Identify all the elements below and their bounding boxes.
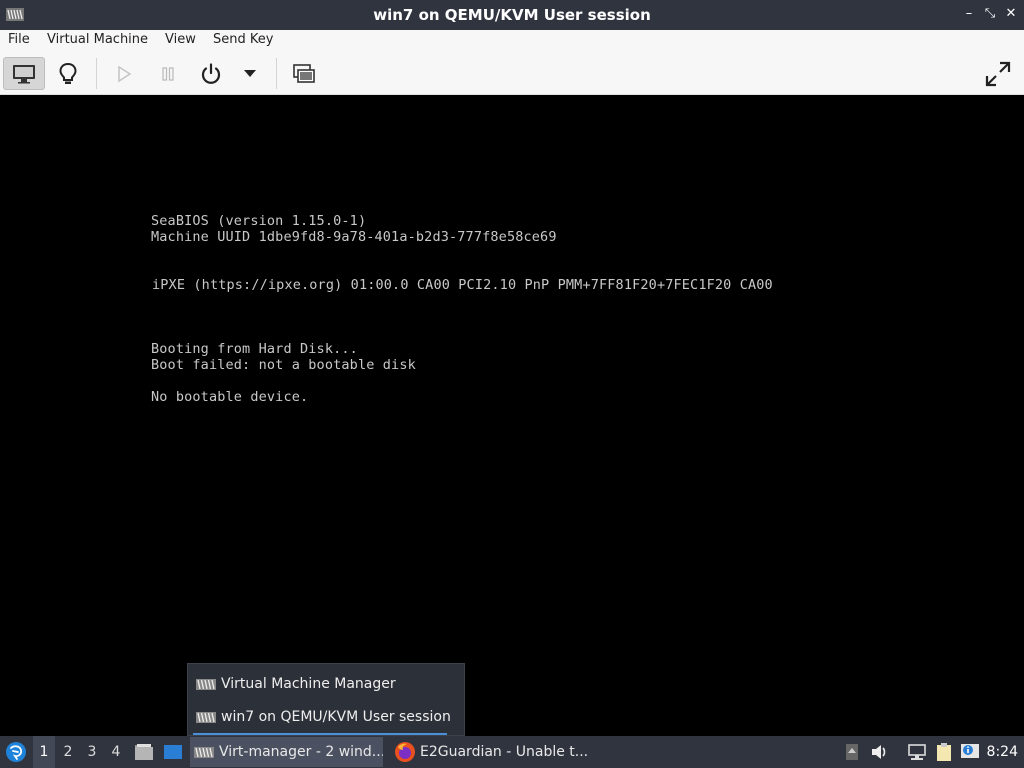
network-icon <box>908 744 926 760</box>
virt-manager-icon <box>194 746 214 758</box>
lxqt-logo-icon <box>6 742 26 762</box>
workspace-3[interactable]: 3 <box>81 736 103 768</box>
start-menu-button[interactable] <box>4 741 28 763</box>
volume-icon <box>872 745 886 759</box>
menu-file[interactable]: File <box>7 32 31 47</box>
console-line: iPXE (https://ipxe.org) 01:00.0 CA00 PCI… <box>152 277 773 293</box>
task-virt-manager[interactable]: Virt-manager - 2 wind... <box>190 737 383 767</box>
fullscreen-button[interactable] <box>982 57 1014 90</box>
virt-manager-icon <box>196 678 216 690</box>
console-line: Booting from Hard Disk... <box>151 341 358 357</box>
volume-control[interactable] <box>869 742 891 762</box>
workspace-1[interactable]: 1 <box>33 736 55 768</box>
menu-send-key[interactable]: Send Key <box>212 32 274 47</box>
toolbar <box>0 52 1024 95</box>
play-icon <box>118 65 132 82</box>
chevron-up-icon <box>846 744 858 760</box>
lightbulb-icon <box>59 62 77 84</box>
shutdown-menu-button[interactable] <box>238 57 262 90</box>
console-line: Machine UUID 1dbe9fd8-9a78-401a-b2d3-777… <box>151 229 557 245</box>
console-line: SeaBIOS (version 1.15.0-1) <box>151 213 367 229</box>
virt-manager-icon <box>196 711 216 723</box>
power-icon <box>201 62 221 84</box>
info-icon <box>961 744 979 758</box>
show-console-button[interactable] <box>3 57 45 90</box>
show-desktop-button[interactable] <box>161 742 185 762</box>
window-titlebar[interactable]: win7 on QEMU/KVM User session – ⤡ ✕ <box>0 0 1024 30</box>
toolbar-separator <box>96 58 97 89</box>
menu-virtual-machine[interactable]: Virtual Machine <box>46 32 149 47</box>
window-title: win7 on QEMU/KVM User session <box>373 6 651 24</box>
dropdown-arrow-icon <box>244 69 256 77</box>
minimize-button[interactable]: – <box>959 4 979 24</box>
window-list-popup: Virtual Machine Manager win7 on QEMU/KVM… <box>187 663 465 736</box>
tray-arrow[interactable] <box>843 742 861 762</box>
shutdown-button[interactable] <box>195 57 227 90</box>
active-indicator <box>193 733 447 735</box>
network-indicator[interactable] <box>906 742 928 762</box>
take-screenshot-button[interactable] <box>288 57 320 90</box>
clipboard-indicator[interactable] <box>933 742 955 762</box>
taskbar: 1 2 3 4 Virt-manager - 2 wind... E2Guard… <box>0 736 1024 768</box>
popup-item-win7-console[interactable]: win7 on QEMU/KVM User session <box>196 705 451 729</box>
pause-icon <box>162 66 174 81</box>
console-line: No bootable device. <box>151 389 309 405</box>
firefox-icon <box>395 742 415 762</box>
desktop-icon <box>164 745 182 759</box>
close-button[interactable]: ✕ <box>1001 4 1021 24</box>
fullscreen-icon <box>985 61 1011 86</box>
screenshot-icon <box>293 63 315 83</box>
vm-console[interactable]: SeaBIOS (version 1.15.0-1) Machine UUID … <box>0 95 1024 736</box>
file-manager-launcher[interactable] <box>133 742 155 762</box>
clipboard-icon <box>937 743 951 761</box>
workspace-2[interactable]: 2 <box>57 736 79 768</box>
update-notifier[interactable] <box>959 742 981 762</box>
task-label: Virt-manager - 2 wind... <box>219 744 383 760</box>
show-details-button[interactable] <box>50 57 86 90</box>
workspace-4[interactable]: 4 <box>105 736 127 768</box>
task-label: E2Guardian - Unable t... <box>420 744 589 760</box>
folder-icon <box>135 744 153 760</box>
console-line: Boot failed: not a bootable disk <box>151 357 416 373</box>
menu-bar: File Virtual Machine View Send Key <box>0 30 1024 52</box>
popup-item-label: win7 on QEMU/KVM User session <box>221 709 451 725</box>
pause-button[interactable] <box>152 57 184 90</box>
maximize-button[interactable]: ⤡ <box>980 4 1000 24</box>
toolbar-separator <box>276 58 277 89</box>
clock[interactable]: 8:24 <box>987 736 1018 768</box>
popup-item-virt-manager[interactable]: Virtual Machine Manager <box>196 672 396 696</box>
task-firefox[interactable]: E2Guardian - Unable t... <box>390 737 590 767</box>
run-button[interactable] <box>108 57 140 90</box>
monitor-icon <box>13 64 35 83</box>
popup-item-label: Virtual Machine Manager <box>221 676 396 692</box>
menu-view[interactable]: View <box>164 32 197 47</box>
